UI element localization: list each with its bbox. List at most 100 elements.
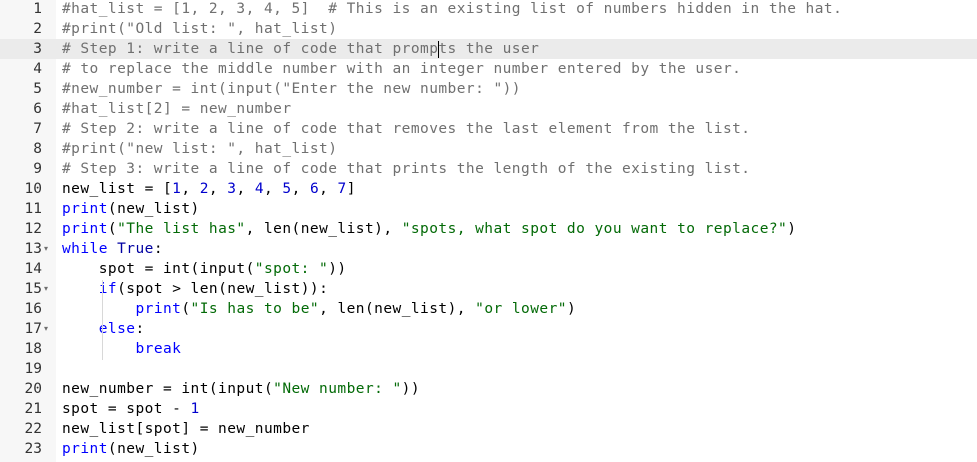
code-token: #hat_list = [1, 2, 3, 4, 5] # This is an… [62, 1, 843, 17]
code-token: (spot > len(new_list)): [117, 281, 329, 297]
code-text[interactable]: print("Is has to be", len(new_list), "or… [62, 299, 576, 319]
code-line[interactable]: 1 #hat_list = [1, 2, 3, 4, 5] # This is a… [0, 0, 977, 19]
code-token: , [181, 181, 200, 197]
line-number: 18 [24, 341, 42, 357]
line-number: 23 [24, 441, 42, 457]
code-text[interactable]: spot = int(input("spot: ")) [62, 259, 347, 279]
code-line[interactable]: 7 # Step 2: write a line of code that rem… [0, 119, 977, 139]
code-line[interactable]: 15 ▾ if(spot > len(new_list)): [0, 279, 977, 299]
line-number: 8 [33, 141, 42, 157]
code-text[interactable]: #hat_list[2] = new_number [62, 99, 292, 119]
code-token: : [135, 321, 145, 337]
fold-arrow-icon[interactable]: ▾ [44, 319, 48, 339]
code-line[interactable]: 21 spot = spot - 1 [0, 399, 977, 419]
code-token: else [98, 321, 136, 337]
code-text[interactable]: #print("new list: ", hat_list) [62, 139, 337, 159]
code-line[interactable]: 13 ▾ while True: [0, 239, 977, 259]
code-token: "or lower" [475, 301, 567, 317]
code-line[interactable]: 5 #new_number = int(input("Enter the new … [0, 79, 977, 99]
code-token: # Step 3: write a line of code that prin… [62, 161, 751, 177]
line-number: 20 [24, 381, 42, 397]
code-token: , [264, 181, 283, 197]
code-line[interactable]: 14 spot = int(input("spot: ")) [0, 259, 977, 279]
code-text[interactable]: # to replace the middle number with an i… [62, 59, 741, 79]
line-number: 16 [24, 301, 42, 317]
code-line[interactable]: 3 # Step 1: write a line of code that pro… [0, 39, 977, 59]
indent-guide [102, 260, 103, 280]
line-number: 9 [33, 161, 42, 177]
code-token: #print("Old list: ", hat_list) [62, 21, 338, 37]
indent-guide [102, 280, 103, 360]
code-text[interactable]: new_list = [1, 2, 3, 4, 5, 6, 7] [62, 179, 356, 199]
code-line[interactable]: 22 new_list[spot] = new_number [0, 419, 977, 439]
code-text[interactable]: # Step 2: write a line of code that remo… [62, 119, 750, 139]
code-token: 1 [190, 401, 200, 417]
code-editor[interactable]: 1 #hat_list = [1, 2, 3, 4, 5] # This is a… [0, 0, 977, 462]
code-text[interactable]: # Step 1: write a line of code that prom… [62, 39, 539, 59]
code-token: "New number: " [273, 381, 402, 397]
code-token: 6 [309, 181, 320, 197]
code-line[interactable]: 16 print("Is has to be", len(new_list), … [0, 299, 977, 319]
code-text[interactable]: while True: [62, 239, 163, 259]
line-number: 13 [24, 241, 42, 257]
code-line[interactable]: 17 ▾ else: [0, 319, 977, 339]
code-token: #print("new list: ", hat_list) [62, 141, 338, 157]
line-number: 11 [24, 201, 42, 217]
code-token: "spots, what spot do you want to replace… [401, 221, 788, 237]
fold-arrow-icon[interactable]: ▾ [44, 239, 48, 259]
code-token: while [62, 241, 108, 257]
code-token: new_list[spot] = new_number [62, 421, 310, 437]
code-line[interactable]: 23 print(new_list) [0, 439, 977, 459]
line-number: 2 [33, 21, 42, 37]
code-text[interactable]: # Step 3: write a line of code that prin… [62, 159, 750, 179]
code-token: ) [787, 221, 797, 237]
code-line[interactable]: 4 # to replace the middle number with an … [0, 59, 977, 79]
code-line[interactable]: 12 print("The list has", len(new_list), "… [0, 219, 977, 239]
code-text[interactable]: #hat_list = [1, 2, 3, 4, 5] # This is an… [62, 0, 842, 19]
code-line[interactable]: 18 break [0, 339, 977, 359]
code-token: , len(new_list), [245, 221, 402, 237]
code-line[interactable]: 19 [0, 359, 977, 379]
code-token: 7 [337, 181, 347, 197]
code-line[interactable]: 8 #print("new list: ", hat_list) [0, 139, 977, 159]
code-text[interactable]: #new_number = int(input("Enter the new n… [62, 79, 521, 99]
code-line[interactable]: 20 new_number = int(input("New number: ")… [0, 379, 977, 399]
code-line[interactable]: 9 # Step 3: write a line of code that pri… [0, 159, 977, 179]
line-number: 5 [33, 81, 42, 97]
code-text[interactable]: new_list[spot] = new_number [62, 419, 310, 439]
code-token: print [62, 201, 108, 217]
code-token: # to replace the middle number with an i… [62, 61, 742, 77]
code-text[interactable]: else: [62, 319, 145, 339]
code-token: , [319, 181, 338, 197]
code-token: "spot: " [254, 261, 329, 277]
code-text[interactable]: spot = spot - 1 [62, 399, 200, 419]
code-text[interactable]: print(new_list) [62, 199, 200, 219]
code-token: , [208, 181, 228, 197]
code-token: 5 [282, 181, 292, 197]
code-text[interactable]: break [62, 339, 181, 359]
code-text[interactable]: #print("Old list: ", hat_list) [62, 19, 337, 39]
code-text[interactable]: print(new_list) [62, 439, 200, 459]
code-token: 1 [172, 181, 182, 197]
line-number: 7 [33, 121, 42, 137]
code-token: "The list has" [117, 221, 246, 237]
code-text[interactable]: print("The list has", len(new_list), "sp… [62, 219, 796, 239]
line-number: 17 [24, 321, 42, 337]
code-token: ( [181, 301, 191, 317]
code-token: print [62, 441, 108, 457]
code-token: ( [107, 221, 118, 237]
code-token: #hat_list[2] = new_number [62, 101, 292, 117]
code-line[interactable]: 2 #print("Old list: ", hat_list) [0, 19, 977, 39]
code-text[interactable]: new_number = int(input("New number: ")) [62, 379, 420, 399]
code-line[interactable]: 10 new_list = [1, 2, 3, 4, 5, 6, 7] [0, 179, 977, 199]
code-token: )) [401, 381, 421, 397]
code-line[interactable]: 11 print(new_list) [0, 199, 977, 219]
line-number: 10 [24, 181, 42, 197]
code-line[interactable]: 6 #hat_list[2] = new_number [0, 99, 977, 119]
fold-arrow-icon[interactable]: ▾ [44, 279, 48, 299]
line-number: 6 [33, 101, 42, 117]
code-token: print [135, 301, 182, 317]
